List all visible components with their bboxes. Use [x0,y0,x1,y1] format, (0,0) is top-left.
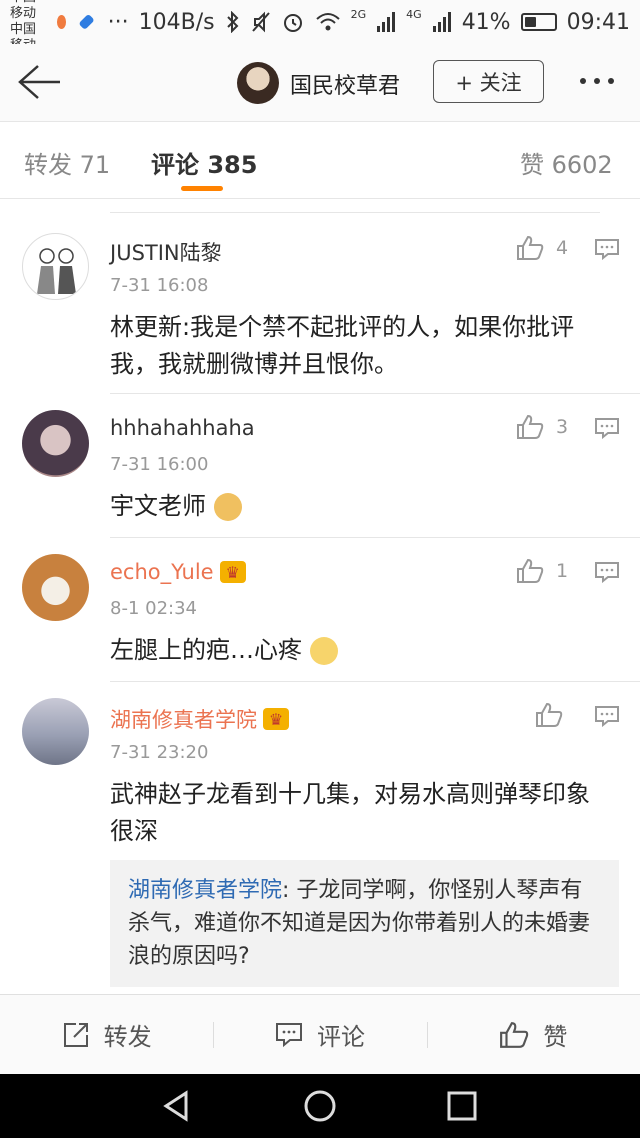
bluetooth-icon [226,11,239,33]
page-title[interactable]: 国民校草君 [290,68,400,100]
comment-username[interactable]: hhhahahhaha [110,416,255,440]
comment-label: 评论 [316,1023,365,1051]
sub-reply-username[interactable]: 湖南修真者学院 [128,878,282,903]
vip-crown-icon: ♛ [219,561,246,583]
comment-item: 湖南修真者学院 ♛ 7-31 23:20 武神赵子龙看到十几集，对易水高则弹琴印… [0,682,640,994]
sad-face-emoji-icon [309,637,338,665]
tab-likes[interactable]: 赞 6602 [520,145,613,180]
tab-repost[interactable]: 转发 71 [24,145,110,180]
app-header: 国民校草君 + 关注 [0,44,640,122]
tab-bar: 转发 71 评论 385 赞 6602 [0,123,640,199]
wifi-icon [315,13,340,31]
comment-username[interactable]: 湖南修真者学院 ♛ [110,704,289,734]
battery-percent: 41% [461,9,511,35]
like-button[interactable] [535,702,563,728]
comment-item: hhhahahhaha 7-31 16:00 3 宇文老师 [0,394,640,537]
network-speed: 104B/s [138,9,215,35]
comment-username[interactable]: echo_Yule ♛ [110,560,246,584]
battery-icon [520,13,557,31]
comment-item: JUSTIN陆黎 7-31 16:08 4 林更新:我是个禁不起批评的人，如果你… [0,213,640,393]
avatar[interactable] [22,554,89,621]
app-notification-icon [78,13,96,31]
like-button[interactable]: 4 [516,235,568,261]
avatar[interactable] [22,698,89,765]
like-count: 1 [556,560,569,582]
comment-text: 林更新:我是个禁不起批评的人，如果你批评我，我就删微博并且恨你。 [110,313,575,378]
vip-crown-icon: ♛ [263,708,289,730]
comment-text: 武神赵子龙看到十几集，对易水高则弹琴印象很深 [110,780,590,845]
recents-square-icon[interactable] [445,1089,479,1123]
comment-text-row: 左腿上的疤…心疼 [110,632,615,669]
bottom-action-bar: 转发 评论 赞 [0,994,640,1074]
like-label: 赞 [543,1023,568,1051]
reply-icon[interactable] [594,238,620,260]
comment-text: 左腿上的疤…心疼 [110,636,302,664]
comment-item: echo_Yule ♛ 8-1 02:34 1 左腿上的疤…心疼 [0,538,640,681]
system-nav-bar [0,1074,640,1138]
comment-time: 7-31 16:00 [110,454,209,475]
like-post-button[interactable]: 赞 [426,995,640,1074]
partial-previous-comment [110,199,600,213]
comment-list[interactable]: JUSTIN陆黎 7-31 16:08 4 林更新:我是个禁不起批评的人，如果你… [0,199,640,994]
tab-comments[interactable]: 评论 385 [151,145,257,180]
clock: 09:41 [566,9,630,35]
back-triangle-icon[interactable] [160,1089,194,1123]
comment-icon [275,1022,302,1047]
thumbs-up-icon [500,1021,529,1048]
net-4g-label: 4G [406,7,422,21]
account-avatar[interactable] [237,62,279,104]
repost-button[interactable]: 转发 [0,995,213,1074]
comment-text-row: 宇文老师 [110,488,615,525]
comment-text: 宇文老师 [110,492,206,520]
avatar[interactable] [22,233,89,300]
avatar[interactable] [22,410,89,477]
carrier-1: 中国移动 [10,0,37,21]
reply-icon[interactable] [594,561,620,583]
reply-icon[interactable] [594,705,620,727]
sub-reply[interactable]: 湖南修真者学院: 子龙同学啊，你怪别人琴声有杀气，难道你不知道是因为你带着别人的… [110,860,619,987]
follow-button[interactable]: + 关注 [433,60,544,103]
dots: ··· [107,9,129,35]
like-count: 4 [556,237,569,259]
thumbs-up-icon [517,558,544,583]
thumbs-up-icon [517,414,544,439]
comment-time: 8-1 02:34 [110,598,197,619]
alarm-icon [283,14,302,32]
thumbs-up-icon [536,702,563,727]
repost-icon [63,1022,88,1047]
signal-icon [377,12,396,32]
thumbs-up-icon [517,235,544,260]
net-2g-label: 2G [350,7,367,21]
mute-icon [251,11,270,33]
signal-4g-icon [432,12,451,32]
home-circle-icon[interactable] [303,1089,337,1123]
status-bar: 中国移动 中国移动 ··· 104B/s 2G 4G 41% 09:41 [0,0,640,53]
like-count: 3 [556,416,569,438]
comment-username[interactable]: JUSTIN陆黎 [110,237,222,267]
doge-emoji-icon [213,493,242,521]
comment-button[interactable]: 评论 [213,995,426,1074]
like-button[interactable]: 1 [516,558,568,584]
repost-label: 转发 [103,1023,152,1051]
comment-time: 7-31 16:08 [110,275,209,296]
reply-icon[interactable] [594,417,620,439]
back-arrow-icon[interactable] [16,62,62,102]
weibo-notification-icon [56,15,67,29]
comment-time: 7-31 23:20 [110,742,209,763]
more-icon[interactable] [580,78,614,84]
like-button[interactable]: 3 [516,414,568,440]
active-tab-indicator [181,186,223,191]
